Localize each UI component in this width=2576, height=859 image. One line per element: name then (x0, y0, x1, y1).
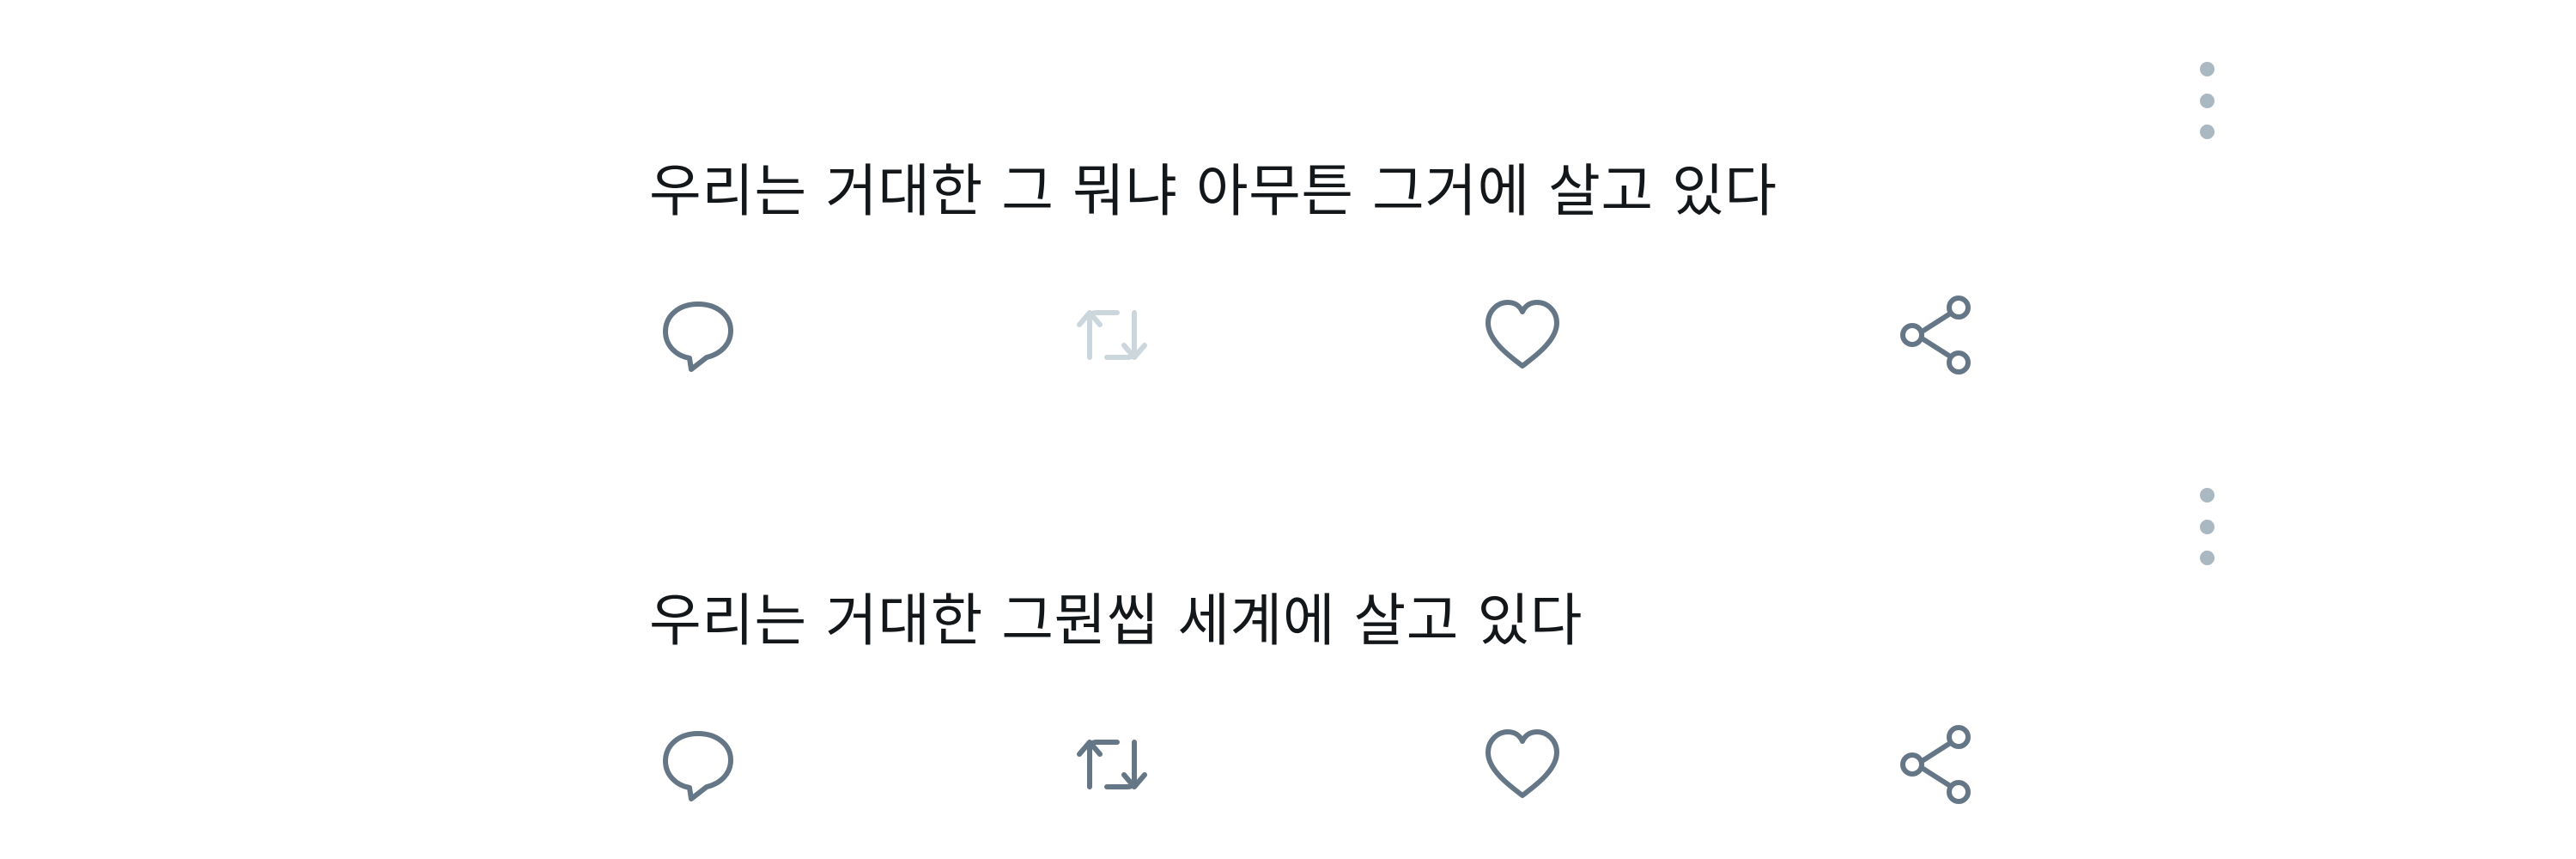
bubble-path (663, 731, 733, 801)
share-node-top (1947, 295, 1971, 320)
tweet-card-1: 우리는 거대한 그 뭐냐 아무튼 그거에 살고 있다 (0, 0, 2576, 430)
reply-button[interactable] (651, 722, 745, 807)
share-nodes-icon (1900, 725, 1971, 804)
speech-bubble-icon (663, 302, 733, 372)
heart-path (1485, 300, 1559, 369)
tweet-text: 우리는 거대한 그 뭐냐 아무튼 그거에 살고 있다 (649, 158, 1777, 224)
tweet-actions (0, 722, 2576, 807)
share-node-top (1947, 725, 1971, 749)
speech-bubble-icon (663, 731, 733, 801)
share-nodes-icon (1900, 295, 1971, 375)
more-dot (2199, 125, 2215, 139)
heart-outline-icon (1485, 300, 1559, 369)
bubble-path (663, 302, 733, 372)
reply-button[interactable] (651, 292, 745, 378)
heart-outline-icon (1485, 729, 1559, 798)
share-node-bottom (1947, 780, 1971, 804)
more-dot (2199, 488, 2215, 503)
share-node-left (1900, 323, 1924, 347)
share-node-bottom (1947, 350, 1971, 375)
retweet-arrows-icon (1077, 740, 1147, 789)
tweet-card-2: 우리는 거대한 그뭔씹 세계에 살고 있다 (0, 430, 2576, 859)
more-dot (2199, 519, 2215, 534)
share-button[interactable] (1889, 722, 1984, 807)
retweet-button[interactable] (1065, 722, 1159, 807)
like-button[interactable] (1475, 292, 1570, 378)
tweet-text: 우리는 거대한 그뭔씹 세계에 살고 있다 (649, 588, 1583, 654)
more-options-button[interactable] (2190, 488, 2224, 565)
retweet-button (1065, 292, 1159, 378)
share-node-left (1900, 752, 1924, 777)
heart-path (1485, 729, 1559, 798)
more-dot (2199, 62, 2215, 76)
retweet-arrows-icon (1077, 310, 1147, 360)
more-dot (2199, 551, 2215, 565)
like-button[interactable] (1475, 722, 1570, 807)
more-dot (2199, 93, 2215, 108)
more-options-button[interactable] (2190, 62, 2224, 139)
share-button[interactable] (1889, 292, 1984, 378)
tweet-actions (0, 292, 2576, 378)
